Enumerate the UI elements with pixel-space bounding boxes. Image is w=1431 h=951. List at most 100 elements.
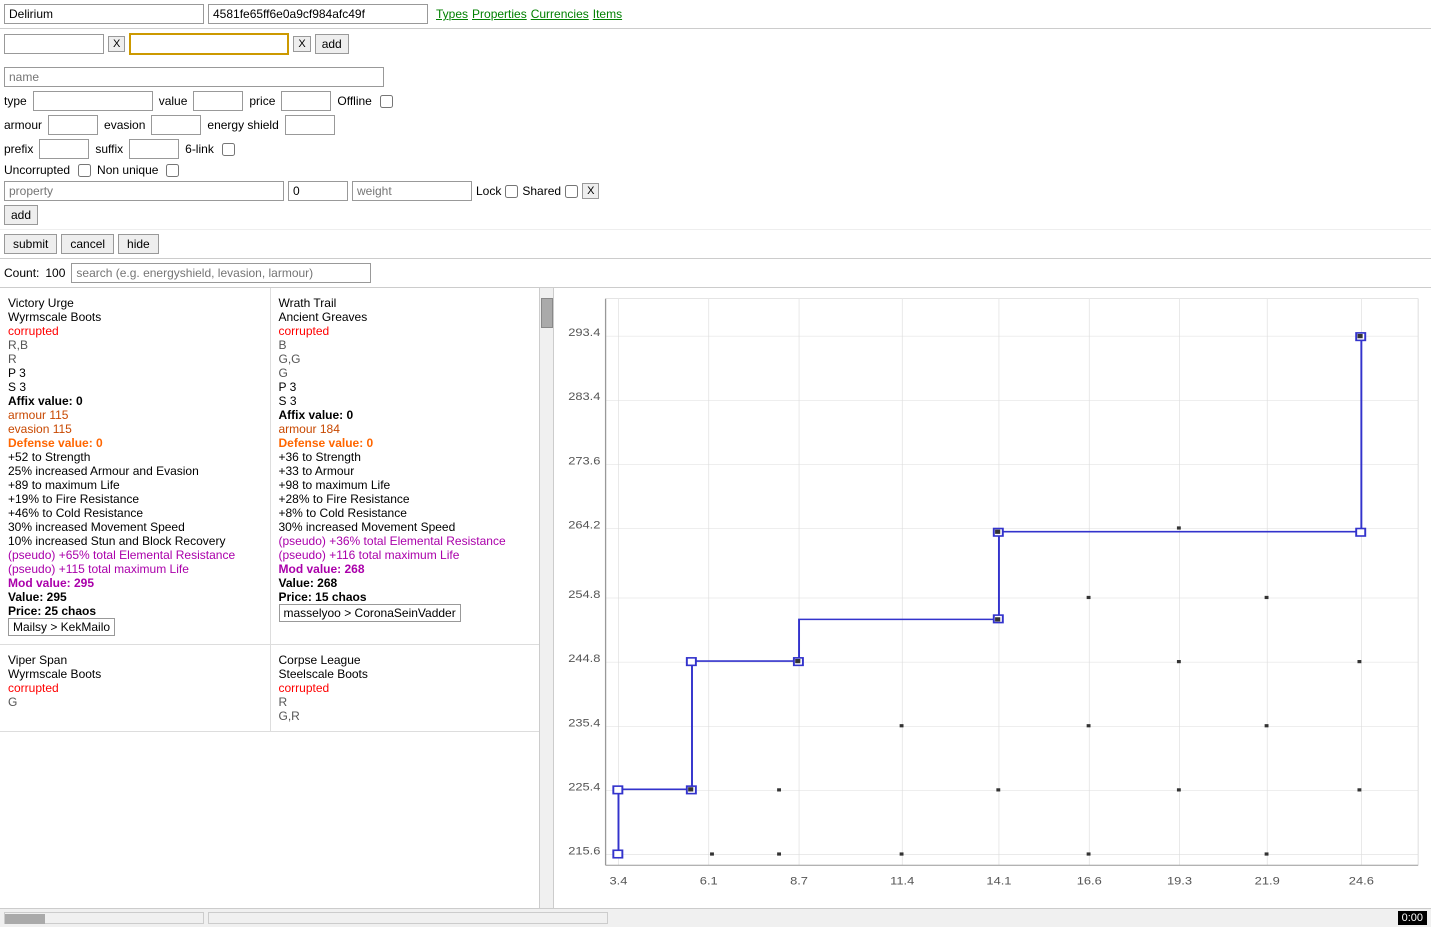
property-remove-button[interactable]: X [582,183,599,199]
items-list[interactable]: Victory Urge Wyrmscale Boots corrupted R… [0,288,540,908]
suffix-input[interactable]: 0 [129,139,179,159]
bottom-bar: 0:00 [0,908,1431,927]
top-bar: Delirium 4581fe65ff6e0a9cf984afc49f Type… [0,0,1431,29]
form-section: type value 0 price 1 Offline armour 0 ev… [0,59,1431,230]
item-price-2: Price: 15 chaos [279,590,532,604]
count-label: Count: [4,266,39,280]
uncorrupted-checkbox[interactable] [78,164,91,177]
item-base-3: Wyrmscale Boots [8,667,262,681]
item-seller-1: Mailsy > KekMailo [8,618,115,636]
time-display: 0:00 [1398,911,1427,925]
non-unique-label: Non unique [97,163,158,177]
svg-text:16.6: 16.6 [1077,875,1103,888]
item-card-4[interactable]: Corpse League Steelscale Boots corrupted… [270,645,540,732]
item-sockets-4: R [279,695,532,709]
energy-shield-label: energy shield [207,118,278,132]
nav-properties[interactable]: Properties [472,7,527,21]
svg-text:235.4: 235.4 [568,716,601,729]
non-unique-checkbox[interactable] [166,164,179,177]
type-clear-button[interactable]: X [108,36,125,52]
property-input[interactable] [4,181,284,201]
name-input[interactable] [4,67,384,87]
items-row-2: Viper Span Wyrmscale Boots corrupted G C… [0,645,539,732]
svg-text:14.1: 14.1 [986,875,1011,888]
add-property-button[interactable]: add [4,205,38,225]
item-pseudo-1: (pseudo) +65% total Elemental Resistance… [8,548,262,576]
value-input[interactable]: 0 [193,91,243,111]
item-name-3: Viper Span [8,653,262,667]
property-row: Lock Shared X [4,181,1427,201]
price-chart: 215.6 225.4 235.4 244.8 254.8 264.2 273.… [554,288,1431,908]
energy-shield-input[interactable]: 0 [285,115,335,135]
item-mods-1: +52 to Strength 25% increased Armour and… [8,450,262,548]
item-armour-2: armour 184 [279,422,532,436]
item-card-2[interactable]: Wrath Trail Ancient Greaves corrupted BG… [270,288,540,645]
price-label: price [249,94,275,108]
weight-input[interactable] [352,181,472,201]
item-card-1[interactable]: Victory Urge Wyrmscale Boots corrupted R… [0,288,270,645]
item-base-2: Ancient Greaves [279,310,532,324]
value-label: value [159,94,188,108]
nav-currencies[interactable]: Currencies [531,7,589,21]
items-row-1: Victory Urge Wyrmscale Boots corrupted R… [0,288,539,645]
svg-text:215.6: 215.6 [568,845,601,858]
id-input[interactable]: 4581fe65ff6e0a9cf984afc49f [208,4,428,24]
offline-checkbox[interactable] [380,95,393,108]
item-corrupted-2: corrupted [279,324,532,338]
lock-checkbox[interactable] [505,185,518,198]
league-input[interactable]: Delirium [4,4,204,24]
list-scrollbar[interactable] [540,288,554,908]
shared-label: Shared [522,184,561,198]
item-corrupted-1: corrupted [8,324,262,338]
hide-button[interactable]: hide [118,234,159,254]
item-base-4: Steelscale Boots [279,667,532,681]
svg-text:3.4: 3.4 [610,875,628,888]
item-value-1: Value: 295 [8,590,262,604]
armour-label: armour [4,118,42,132]
price-input[interactable]: 1 [281,91,331,111]
item-affix-2: Affix value: 0 [279,408,532,422]
nav-links: Types Properties Currencies Items [436,7,622,21]
item-suffix-2: S 3 [279,394,532,408]
item-armour-1: armour 115 [8,408,262,422]
main-content: Victory Urge Wyrmscale Boots corrupted R… [0,288,1431,908]
prefix-input[interactable]: 0 [39,139,89,159]
item-pseudo-2: (pseudo) +36% total Elemental Resistance… [279,534,532,562]
nav-items[interactable]: Items [593,7,622,21]
action-buttons: submit cancel hide [0,230,1431,258]
svg-text:273.6: 273.6 [568,454,601,467]
evasion-input[interactable]: 0 [151,115,201,135]
shared-checkbox[interactable] [565,185,578,198]
type-input[interactable] [33,91,153,111]
chart-area: 215.6 225.4 235.4 244.8 254.8 264.2 273.… [554,288,1431,908]
item-price-1: Price: 25 chaos [8,604,262,618]
bottom-scroll[interactable] [4,912,608,924]
svg-text:24.6: 24.6 [1349,875,1375,888]
item-sockets-2: BG,GG [279,338,532,380]
armour-input[interactable]: 0 [48,115,98,135]
cancel-button[interactable]: cancel [61,234,114,254]
svg-text:254.8: 254.8 [568,588,601,601]
item-suffix-1: S 3 [8,380,262,394]
item-name-1: Victory Urge [8,296,262,310]
name-filter-input[interactable]: name [129,33,289,55]
type-label: type [4,94,27,108]
item-seller-2: masselyoo > CoronaSeinVadder [279,604,461,622]
item-corrupted-4: corrupted [279,681,532,695]
property-value-input[interactable] [288,181,348,201]
name-clear-button[interactable]: X [293,36,310,52]
search-input[interactable] [71,263,371,283]
item-mod-value-2: Mod value: 268 [279,562,532,576]
item-card-3[interactable]: Viper Span Wyrmscale Boots corrupted G [0,645,270,732]
evasion-label: evasion [104,118,145,132]
lock-label: Lock [476,184,501,198]
item-name-4: Corpse League [279,653,532,667]
type-filter-input[interactable]: boots [4,34,104,54]
svg-text:21.9: 21.9 [1255,875,1281,888]
svg-text:19.3: 19.3 [1167,875,1193,888]
item-defense-1: Defense value: 0 [8,436,262,450]
nav-types[interactable]: Types [436,7,468,21]
sixlink-checkbox[interactable] [222,143,235,156]
submit-button[interactable]: submit [4,234,57,254]
filter-add-button[interactable]: add [315,34,349,54]
